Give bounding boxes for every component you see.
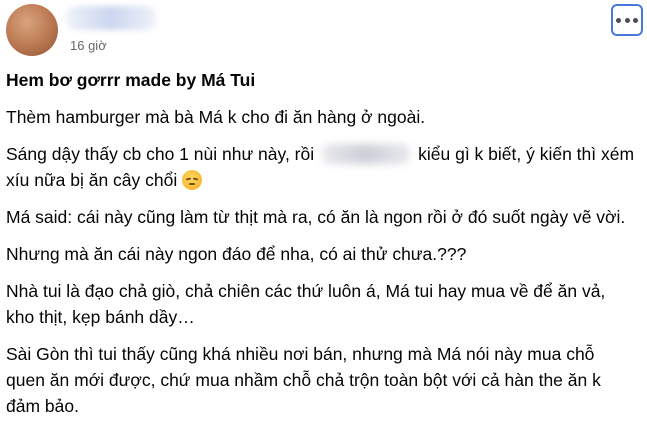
more-horizontal-icon-dot	[632, 17, 638, 23]
post-timestamp[interactable]: 16 giờ	[70, 38, 107, 53]
post-paragraph: Sài Gòn thì tui thấy cũng khá nhiều nơi …	[6, 344, 601, 416]
post-body: Hem bơ gơrrr made by Má Tui Thèm hamburg…	[6, 67, 638, 430]
more-horizontal-icon-dot	[624, 17, 630, 23]
post-paragraph: Má said: cái này cũng làm từ thịt mà ra,…	[6, 207, 626, 227]
more-options-button[interactable]	[611, 4, 643, 36]
post-title: Hem bơ gơrrr made by Má Tui	[6, 70, 256, 90]
post-paragraph: Nhà tui là đạo chả giò, chả chiên các th…	[6, 281, 606, 327]
post-paragraph: Thèm hamburger mà bà Má k cho đi ăn hàng…	[6, 107, 426, 127]
redacted-text	[322, 144, 411, 164]
post-paragraph: Sáng dậy thấy cb cho 1 nùi như này, rồi k…	[6, 141, 638, 193]
author-name-redacted[interactable]	[66, 6, 156, 30]
disappointed-face-emoji-icon	[182, 170, 203, 190]
post-paragraph: Nhưng mà ăn cái này ngon đáo để nha, có …	[6, 244, 467, 264]
paragraph-text: Sáng dậy thấy cb cho 1 nùi như này, rồi	[6, 144, 315, 164]
avatar[interactable]	[6, 4, 58, 56]
more-horizontal-icon	[616, 17, 622, 23]
post-header: 16 giờ	[0, 0, 647, 62]
